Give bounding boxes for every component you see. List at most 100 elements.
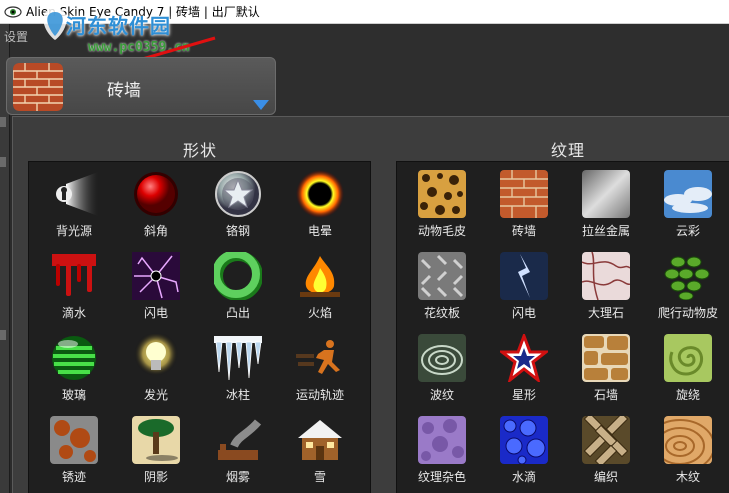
glow-icon xyxy=(134,334,178,376)
texture-item[interactable]: 木纹 xyxy=(647,410,729,492)
texture-item[interactable]: 云彩 xyxy=(647,164,729,246)
texture-label: 石墙 xyxy=(593,388,618,402)
shape-label: 阴影 xyxy=(143,470,168,484)
texture-item[interactable]: 爬行动物皮 xyxy=(647,246,729,328)
shape-item[interactable]: 斜角 xyxy=(115,164,197,246)
texture-label: 旋绕 xyxy=(675,388,700,402)
shape-item[interactable]: 凸出 xyxy=(197,246,279,328)
glass-icon xyxy=(52,336,96,380)
shape-item[interactable]: 火焰 xyxy=(279,246,361,328)
lightning-icon xyxy=(132,252,180,300)
corona-icon xyxy=(296,170,344,218)
shape-item[interactable]: 滴水 xyxy=(33,246,115,328)
shape-item[interactable]: 阴影 xyxy=(115,410,197,492)
texture-item[interactable]: 旋绕 xyxy=(647,328,729,410)
shape-item[interactable]: 烟雾 xyxy=(197,410,279,492)
shape-item[interactable]: 冰柱 xyxy=(197,328,279,410)
texture-label: 砖墙 xyxy=(511,224,536,238)
shape-item[interactable]: 发光 xyxy=(115,328,197,410)
texture-label: 动物毛皮 xyxy=(417,224,466,238)
shape-label: 斜角 xyxy=(143,224,168,238)
texture-item[interactable]: 动物毛皮 xyxy=(401,164,483,246)
texture-item[interactable]: 拉丝金属 xyxy=(565,164,647,246)
snow-icon xyxy=(298,420,342,460)
shape-item[interactable]: 电晕 xyxy=(279,164,361,246)
preset-popup: 形状 纹理 背光源 斜角 铬钢 电晕 滴水 闪电 凸出 火焰 玻璃 发光 冰柱 … xyxy=(12,116,729,493)
fire-icon xyxy=(300,256,340,297)
shape-item[interactable]: 雪 xyxy=(279,410,361,492)
reptile-skin-icon xyxy=(664,256,710,300)
textures-header: 纹理 xyxy=(551,143,586,160)
star-icon xyxy=(500,334,548,382)
ripples-icon xyxy=(418,334,466,382)
texture-label: 编织 xyxy=(593,470,618,484)
chrome-icon xyxy=(215,171,261,217)
texture-item[interactable]: 砖墙 xyxy=(483,164,565,246)
shape-label: 滴水 xyxy=(61,306,86,320)
shape-label: 凸出 xyxy=(225,306,250,320)
texture-label: 闪电 xyxy=(511,306,536,320)
textures-grid: 动物毛皮 砖墙 拉丝金属 云彩 花纹板 闪电 大理石 爬行动物皮 波纹 星形 石… xyxy=(396,161,729,493)
texture-label: 木纹 xyxy=(675,470,700,484)
shapes-header: 形状 xyxy=(183,143,218,160)
preset-label: 砖墙 xyxy=(107,81,141,100)
texture-noise-icon xyxy=(418,416,466,464)
shape-item[interactable]: 铬钢 xyxy=(197,164,279,246)
eye-icon xyxy=(4,5,22,18)
texture-item[interactable]: 石墙 xyxy=(565,328,647,410)
icicles-icon xyxy=(214,336,262,381)
texture-item[interactable]: 水滴 xyxy=(483,410,565,492)
brick-wall-icon xyxy=(500,170,548,218)
texture-label: 星形 xyxy=(511,388,536,402)
motion-trail-icon xyxy=(296,340,340,374)
shape-label: 雪 xyxy=(313,470,326,484)
shape-label: 铬钢 xyxy=(225,224,250,238)
brushed-metal-icon xyxy=(582,170,630,218)
shape-item[interactable]: 玻璃 xyxy=(33,328,115,410)
shape-label: 发光 xyxy=(143,388,168,402)
shape-label: 电晕 xyxy=(307,224,332,238)
lightning-texture-icon xyxy=(500,252,548,300)
shape-label: 冰柱 xyxy=(225,388,250,402)
rust-icon xyxy=(50,416,98,464)
stone-wall-icon xyxy=(582,334,630,382)
texture-item[interactable]: 星形 xyxy=(483,328,565,410)
texture-label: 爬行动物皮 xyxy=(657,306,718,320)
texture-label: 波纹 xyxy=(429,388,454,402)
texture-label: 拉丝金属 xyxy=(581,224,630,238)
brick-wall-icon xyxy=(13,63,63,111)
texture-item[interactable]: 波纹 xyxy=(401,328,483,410)
shape-label: 背光源 xyxy=(55,224,92,238)
preset-selector-button[interactable]: 砖墙 xyxy=(6,57,276,115)
wood-icon xyxy=(664,416,712,464)
shape-item[interactable]: 运动轨迹 xyxy=(279,328,361,410)
weave-icon xyxy=(582,416,630,464)
shape-label: 烟雾 xyxy=(225,470,250,484)
shape-item[interactable]: 闪电 xyxy=(115,246,197,328)
swirl-icon xyxy=(664,334,712,382)
dropdown-triangle-icon[interactable] xyxy=(253,100,269,110)
texture-item[interactable]: 花纹板 xyxy=(401,246,483,328)
marble-icon xyxy=(582,252,630,300)
shape-item[interactable]: 背光源 xyxy=(33,164,115,246)
shape-label: 火焰 xyxy=(307,306,332,320)
texture-item[interactable]: 闪电 xyxy=(483,246,565,328)
diamond-plate-icon xyxy=(418,252,466,300)
shape-item[interactable]: 锈迹 xyxy=(33,410,115,492)
texture-label: 纹理杂色 xyxy=(417,470,466,484)
texture-label: 大理石 xyxy=(587,306,624,320)
backlight-icon xyxy=(56,172,98,216)
shape-label: 锈迹 xyxy=(61,470,86,484)
shape-label: 玻璃 xyxy=(61,388,86,402)
clouds-icon xyxy=(664,170,712,218)
smoke-icon xyxy=(218,419,262,460)
extrude-icon xyxy=(214,252,262,300)
bevel-icon xyxy=(134,172,178,216)
texture-item[interactable]: 编织 xyxy=(565,410,647,492)
shape-label: 闪电 xyxy=(143,306,168,320)
texture-label: 花纹板 xyxy=(423,306,460,320)
settings-tab[interactable]: 设置 xyxy=(4,28,28,45)
texture-item[interactable]: 大理石 xyxy=(565,246,647,328)
shapes-grid: 背光源 斜角 铬钢 电晕 滴水 闪电 凸出 火焰 玻璃 发光 冰柱 运动轨迹 锈… xyxy=(28,161,371,493)
texture-item[interactable]: 纹理杂色 xyxy=(401,410,483,492)
